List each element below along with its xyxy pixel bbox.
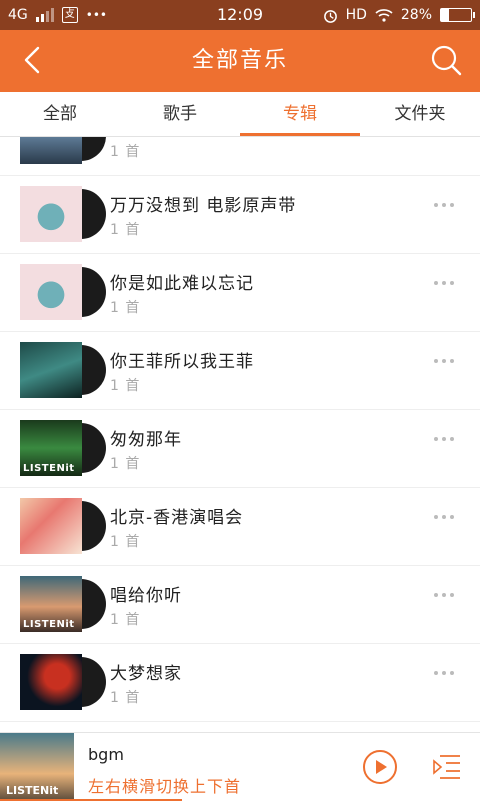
wifi-icon	[375, 9, 393, 22]
more-options-icon[interactable]	[434, 515, 456, 523]
album-name: 大梦想家	[110, 664, 182, 684]
cover-brand: LISTENit	[23, 463, 75, 474]
battery-percent: 28%	[400, 7, 432, 23]
album-art	[20, 186, 82, 242]
song-count: 1 首	[110, 534, 141, 550]
now-playing-cover: LISTENit	[0, 733, 74, 801]
song-count: 1 首	[110, 378, 141, 394]
song-count: 1 首	[110, 612, 141, 628]
now-playing-title: bgm	[88, 745, 124, 764]
search-icon[interactable]	[428, 42, 464, 78]
title-bar: 全部音乐	[0, 30, 480, 92]
song-count: 1 首	[110, 456, 141, 472]
album-cover	[20, 186, 106, 242]
album-art	[20, 264, 82, 320]
tab-artists[interactable]: 歌手	[120, 92, 240, 136]
album-row[interactable]: 你王菲所以我王菲 1 首	[0, 331, 480, 410]
more-options-icon[interactable]	[434, 281, 456, 289]
album-name: 你是如此难以忘记	[110, 274, 254, 294]
album-name: 北京-香港演唱会	[110, 508, 244, 528]
song-count: 1 首	[110, 144, 141, 160]
album-art	[20, 342, 82, 398]
album-row[interactable]: 你是如此难以忘记 1 首	[0, 253, 480, 332]
cover-brand: LISTENit	[6, 784, 59, 797]
album-name: 万万没想到 电影原声带	[110, 196, 297, 216]
album-art	[20, 498, 82, 554]
album-cover	[20, 654, 106, 710]
album-cover	[20, 264, 106, 320]
more-options-icon[interactable]	[434, 437, 456, 445]
album-art	[20, 654, 82, 710]
album-cover: LISTENit	[20, 576, 106, 632]
battery-icon	[440, 8, 475, 22]
album-art	[20, 137, 82, 164]
swipe-hint: 左右横滑切换上下首	[88, 777, 242, 796]
album-row[interactable]: 万万没想到 电影原声带 1 首	[0, 175, 480, 254]
play-button-icon[interactable]	[362, 749, 398, 785]
tab-albums[interactable]: 专辑	[240, 92, 360, 136]
more-options-icon[interactable]	[434, 359, 456, 367]
album-row[interactable]: 北京-香港演唱会 1 首	[0, 487, 480, 566]
tab-folders[interactable]: 文件夹	[360, 92, 480, 136]
album-row[interactable]: LISTENit 唱给你听 1 首	[0, 565, 480, 644]
album-cover	[20, 498, 106, 554]
alarm-icon	[323, 9, 337, 23]
song-count: 1 首	[110, 222, 141, 238]
album-cover	[20, 137, 106, 164]
album-cover: LISTENit	[20, 420, 106, 476]
album-name: 匆匆那年	[110, 430, 182, 450]
category-tabs: 全部 歌手 专辑 文件夹	[0, 92, 480, 137]
cover-brand: LISTENit	[23, 619, 75, 630]
album-row[interactable]: 大梦想家 1 首	[0, 643, 480, 722]
playlist-queue-icon[interactable]	[432, 753, 462, 781]
album-row[interactable]: 1 首	[0, 137, 480, 176]
song-count: 1 首	[110, 300, 141, 316]
album-cover	[20, 342, 106, 398]
mini-player[interactable]: LISTENit bgm 左右横滑切换上下首	[0, 732, 480, 801]
album-row[interactable]: LISTENit 匆匆那年 1 首	[0, 409, 480, 488]
album-list: 1 首万万没想到 电影原声带 1 首你是如此难以忘记 1 首你王菲所以我王菲 1 首L…	[0, 137, 480, 732]
status-bar: 4G 攴 ••• 12:09 HD 28%	[0, 0, 480, 30]
more-options-icon[interactable]	[434, 593, 456, 601]
album-name: 唱给你听	[110, 586, 182, 606]
more-options-icon[interactable]	[434, 203, 456, 211]
song-count: 1 首	[110, 690, 141, 706]
more-options-icon[interactable]	[434, 671, 456, 679]
album-name: 你王菲所以我王菲	[110, 352, 254, 372]
hd-label: HD	[345, 7, 367, 23]
page-title: 全部音乐	[191, 48, 288, 73]
tab-all[interactable]: 全部	[0, 92, 120, 136]
